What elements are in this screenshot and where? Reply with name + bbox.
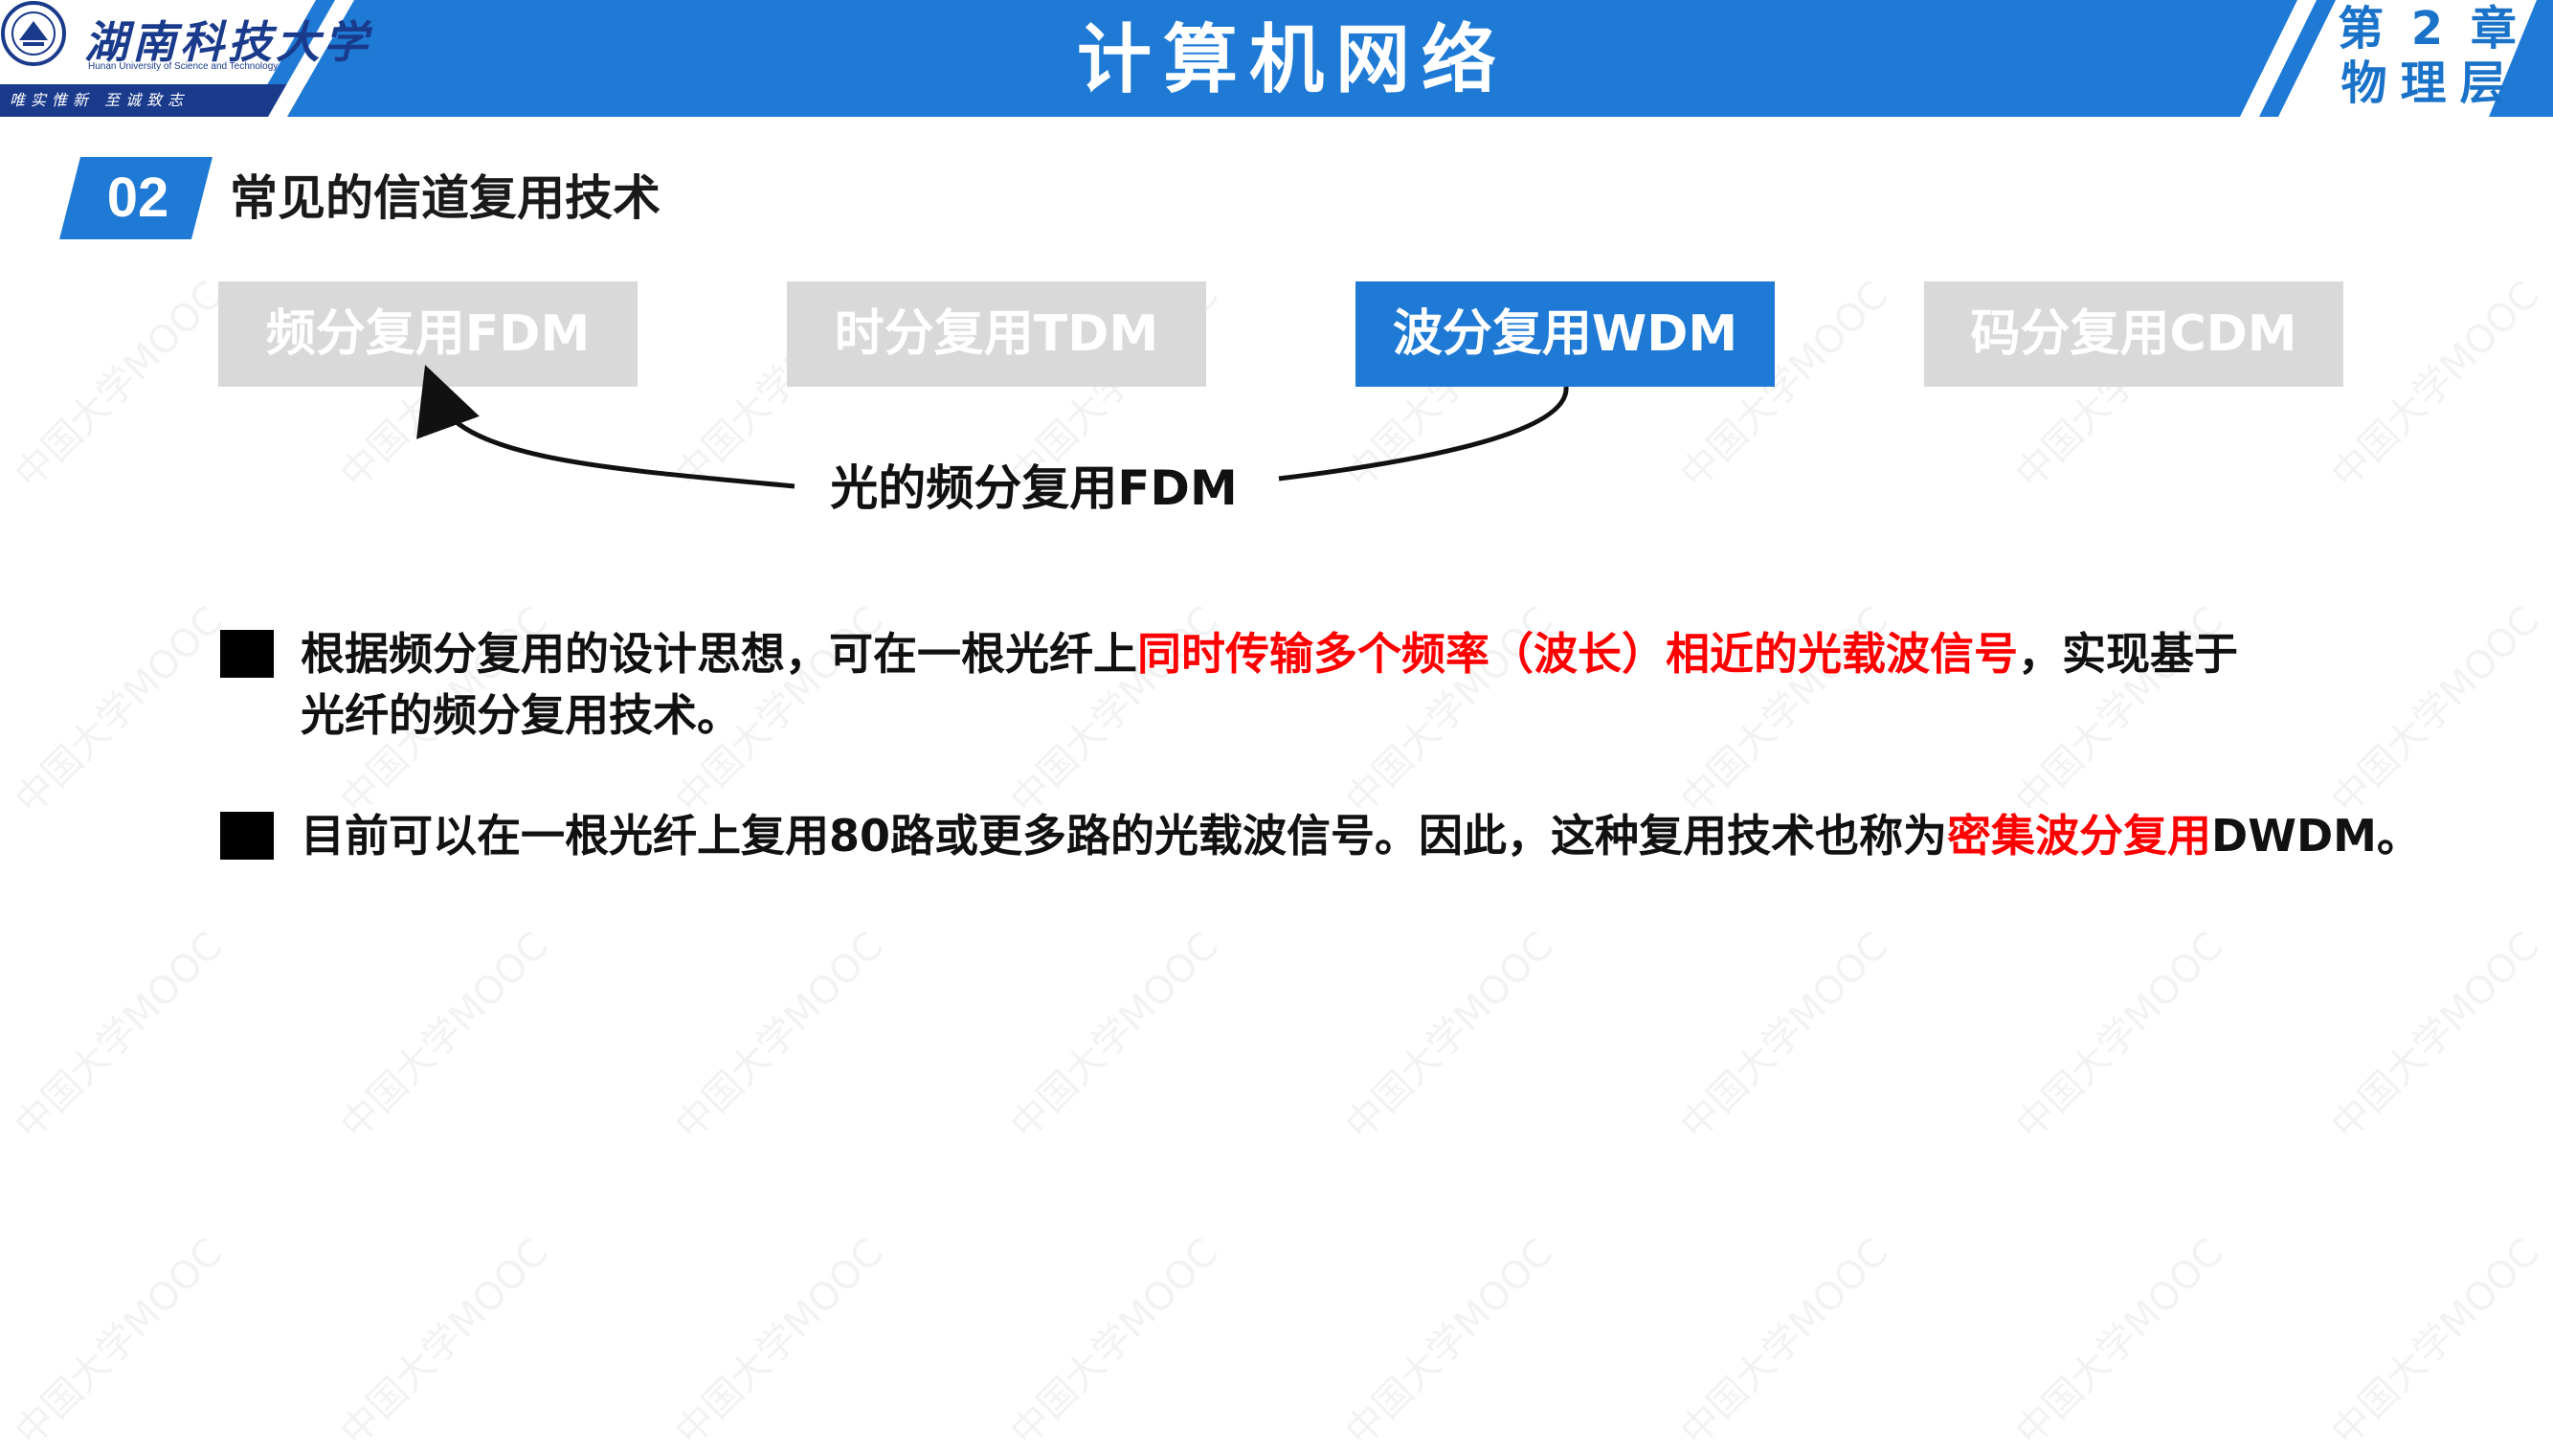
watermark: 中国大学MOOC [1672,924,1897,1149]
watermark: 中国大学MOOC [1002,924,1227,1149]
course-title: 计算机网络 [1076,17,1508,103]
university-emblem-icon [1,1,66,66]
watermark: 中国大学MOOC [1337,924,1562,1149]
watermark: 中国大学MOOC [332,924,557,1149]
watermark: 中国大学MOOC [1002,1230,1227,1455]
tab-tdm[interactable]: 时分复用TDM [787,281,1206,387]
bullet-1-line-2: 光纤的频分复用技术。 [301,689,741,741]
bullet-1-highlight: 同时传输多个频率（波长）相近的光载波信号 [1137,628,2018,680]
tab-wdm[interactable]: 波分复用WDM [1355,281,1775,387]
watermark: 中国大学MOOC [667,1230,892,1455]
bullet-2-text-a: 目前可以在一根光纤上复用80路或更多路的光载波信号。因此，这种复用技术也称为 [301,810,1948,862]
chapter-title: 物理层 [2340,56,2519,110]
watermark: 中国大学MOOC [667,924,892,1149]
watermark: 中国大学MOOC [2007,924,2232,1149]
watermark: 中国大学MOOC [7,598,232,823]
watermark: 中国大学MOOC [2323,924,2548,1149]
bullet-square-icon [220,812,274,860]
bullet-1-line-1: 根据频分复用的设计思想，可在一根光纤上同时传输多个频率（波长）相近的光载波信号，… [301,624,2238,683]
bullet-2-text-b: DWDM。 [2211,810,2421,862]
bullet-square-icon [220,630,274,678]
chapter-number: 第 2 章 [2338,2,2522,56]
tab-fdm[interactable]: 频分复用FDM [218,281,638,387]
bullet-2-highlight: 密集波分复用 [1947,810,2212,862]
bullet-1-text-b: ，实现基于 [2018,628,2238,680]
section-title: 常见的信道复用技术 [230,170,661,226]
bullet-1-text-a: 根据频分复用的设计思想，可在一根光纤上 [301,628,1137,680]
watermark: 中国大学MOOC [7,1230,232,1455]
university-name-en: Hunan University of Science and Technolo… [88,61,279,72]
tab-cdm[interactable]: 码分复用CDM [1924,281,2343,387]
watermark: 中国大学MOOC [1337,1230,1562,1455]
watermark: 中国大学MOOC [332,1230,557,1455]
bullet-2-line: 目前可以在一根光纤上复用80路或更多路的光载波信号。因此，这种复用技术也称为密集… [301,806,2421,865]
section-number: 02 [106,167,169,229]
arrow-label: 光的频分复用FDM [830,460,1238,516]
watermark: 中国大学MOOC [7,273,232,498]
university-motto: 唯实惟新 至诚致志 [10,91,190,109]
watermark: 中国大学MOOC [1672,1230,1897,1455]
chapter-indicator: 第 2 章 物理层 [2307,0,2553,117]
watermark: 中国大学MOOC [2007,1230,2232,1455]
watermark: 中国大学MOOC [7,924,232,1149]
university-logo: 湖南科技大学 Hunan University of Science and T… [0,0,368,117]
watermark: 中国大学MOOC [2323,598,2548,823]
watermark: 中国大学MOOC [2323,1230,2548,1455]
header-bar: 湖南科技大学 Hunan University of Science and T… [0,0,2553,117]
watermark: 中国大学MOOC [2323,273,2548,498]
